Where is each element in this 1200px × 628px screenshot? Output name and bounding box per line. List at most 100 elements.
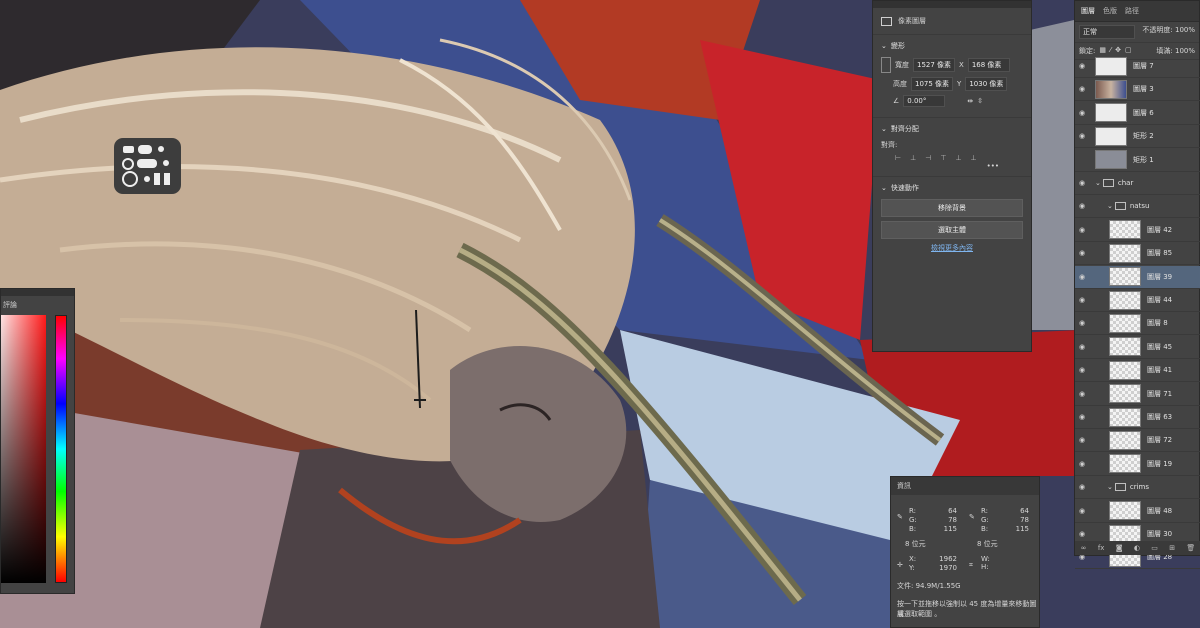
hint-line-2: 或選取範圍 。 xyxy=(897,610,942,618)
visibility-eye-icon[interactable]: ◉ xyxy=(1075,343,1089,351)
layer-group[interactable]: ◉ ⌄ char xyxy=(1075,172,1200,195)
select-subject-button[interactable]: 選取主體 xyxy=(881,221,1023,239)
hue-slider[interactable] xyxy=(55,315,67,583)
b-value: 115 xyxy=(1015,525,1029,533)
remove-background-button[interactable]: 移除背景 xyxy=(881,199,1023,217)
layer-row[interactable]: ◉ 圖層 71 xyxy=(1075,383,1200,406)
visibility-eye-icon[interactable]: ◉ xyxy=(1075,436,1089,444)
visibility-eye-icon[interactable]: ◉ xyxy=(1075,226,1089,234)
chevron-down-icon[interactable]: ⌄ xyxy=(881,184,887,192)
visibility-eye-icon[interactable]: ◉ xyxy=(1075,460,1089,468)
visibility-eye-icon[interactable]: ◉ xyxy=(1075,296,1089,304)
visibility-eye-icon[interactable]: ◉ xyxy=(1075,202,1089,210)
layer-row[interactable]: ◉ 圖層 19 xyxy=(1075,453,1200,476)
panel-grip[interactable] xyxy=(1,289,74,296)
layer-group[interactable]: ◉ ⌄ crims xyxy=(1075,476,1200,500)
align-center-h-icon[interactable]: ⊥ xyxy=(910,154,916,162)
layer-row[interactable]: ◉ 矩形 2 xyxy=(1075,125,1200,149)
tab-channels[interactable]: 色版 xyxy=(1103,6,1117,16)
blend-mode-select[interactable]: 正常 xyxy=(1079,25,1135,39)
layer-name: 圖層 71 xyxy=(1147,389,1173,398)
width-field[interactable]: 1527 像素 xyxy=(913,58,956,72)
layer-row[interactable]: ◉ 圖層 85 xyxy=(1075,242,1200,266)
fx-icon[interactable]: fx xyxy=(1098,544,1105,552)
link-icon[interactable]: ∞ xyxy=(1081,544,1087,552)
visibility-eye-icon[interactable]: ◉ xyxy=(1075,109,1089,117)
section-title: 變形 xyxy=(890,42,905,50)
mask-icon[interactable]: ◙ xyxy=(1116,544,1123,552)
layer-name: 圖層 42 xyxy=(1147,225,1173,234)
panel-grip[interactable] xyxy=(873,1,1031,8)
trash-icon[interactable]: 🗑 xyxy=(1186,544,1195,552)
layer-group[interactable]: ◉ ⌄ natsu xyxy=(1075,195,1200,219)
flip-horizontal-icon[interactable]: ⇹ xyxy=(967,97,973,105)
layer-thumbnail xyxy=(1109,220,1141,240)
layer-row[interactable]: ◉ 圖層 45 xyxy=(1075,336,1200,359)
visibility-eye-icon[interactable]: ◉ xyxy=(1075,85,1089,93)
height-field[interactable]: 1075 像素 xyxy=(911,77,954,91)
angle-field[interactable]: 0.00° xyxy=(903,95,946,107)
align-bottom-icon[interactable]: ⊥ xyxy=(971,154,977,162)
chevron-down-icon[interactable]: ⌄ xyxy=(881,125,887,133)
layer-row[interactable]: ◉ 圖層 48 xyxy=(1075,500,1200,523)
layer-row[interactable]: ◉ 圖層 3 xyxy=(1075,78,1200,102)
flip-vertical-icon[interactable]: ⇳ xyxy=(977,97,983,105)
folder-icon[interactable]: ▭ xyxy=(1151,544,1158,552)
link-icon[interactable] xyxy=(881,57,891,73)
visibility-eye-icon[interactable]: ◉ xyxy=(1075,249,1089,257)
chevron-down-icon[interactable]: ⌄ xyxy=(1095,179,1101,187)
new-layer-icon[interactable]: ⊞ xyxy=(1169,544,1175,552)
visibility-eye-icon[interactable]: ◉ xyxy=(1075,413,1089,421)
learn-more-link[interactable]: 檢視更多內容 xyxy=(881,243,1023,253)
tab-comments[interactable]: 評論 xyxy=(3,300,17,310)
tool-widget[interactable] xyxy=(114,138,181,194)
color-field[interactable] xyxy=(1,315,46,583)
color-panel: 評論 xyxy=(0,288,75,594)
chevron-down-icon[interactable]: ⌄ xyxy=(1107,483,1113,491)
visibility-eye-icon[interactable]: ◉ xyxy=(1075,319,1089,327)
align-top-icon[interactable]: ⊤ xyxy=(940,154,946,162)
layer-row[interactable]: ◉ 圖層 39 xyxy=(1075,265,1200,289)
layer-name: 圖層 85 xyxy=(1147,249,1173,258)
b-value: 115 xyxy=(943,525,957,533)
visibility-eye-icon[interactable]: ◉ xyxy=(1075,132,1089,140)
align-middle-icon[interactable]: ⊥ xyxy=(955,154,961,162)
fill-field[interactable]: 100% xyxy=(1175,47,1195,55)
visibility-eye-icon[interactable]: ◉ xyxy=(1075,507,1089,515)
visibility-eye-icon[interactable]: ◉ xyxy=(1075,483,1089,491)
chevron-down-icon[interactable]: ⌄ xyxy=(1107,202,1113,210)
visibility-eye-icon[interactable]: ◉ xyxy=(1075,179,1089,187)
chevron-down-icon[interactable]: ⌄ xyxy=(881,42,887,50)
more-options-button[interactable]: ••• xyxy=(881,162,1023,170)
layer-row[interactable]: ◉ 圖層 42 xyxy=(1075,219,1200,242)
align-right-icon[interactable]: ⊣ xyxy=(925,154,931,162)
layer-row[interactable]: ◉ 圖層 72 xyxy=(1075,429,1200,453)
layer-row[interactable]: ◉ 圖層 8 xyxy=(1075,312,1200,336)
opacity-field[interactable]: 100% xyxy=(1175,26,1195,34)
visibility-eye-icon[interactable]: ◉ xyxy=(1075,530,1089,538)
pixel-layer-icon xyxy=(881,16,892,26)
tab-paths[interactable]: 路徑 xyxy=(1125,6,1139,16)
visibility-eye-icon[interactable]: ◉ xyxy=(1075,390,1089,398)
layer-row[interactable]: ◉ 圖層 63 xyxy=(1075,406,1200,429)
layer-thumbnail xyxy=(1109,454,1141,474)
layer-row[interactable]: ◉ 圖層 44 xyxy=(1075,289,1200,312)
x-label: X xyxy=(959,61,964,69)
y-field[interactable]: 1030 像素 xyxy=(965,77,1008,91)
layer-thumbnail xyxy=(1095,103,1127,123)
x-field[interactable]: 168 像素 xyxy=(967,58,1010,72)
visibility-eye-icon[interactable]: ◉ xyxy=(1075,62,1089,70)
tab-layers[interactable]: 圖層 xyxy=(1081,6,1095,16)
panel-title: 像素圖層 xyxy=(898,17,926,25)
layer-row[interactable]: ◉ 圖層 41 xyxy=(1075,359,1200,383)
align-left-icon[interactable]: ⊢ xyxy=(895,154,901,162)
visibility-eye-icon[interactable]: ◉ xyxy=(1075,366,1089,374)
visibility-eye-icon[interactable]: ◉ xyxy=(1075,273,1089,281)
h-label: H: xyxy=(981,563,989,571)
adjustment-icon[interactable]: ◐ xyxy=(1134,544,1140,552)
layer-row[interactable]: 矩形 1 xyxy=(1075,149,1200,172)
quick-actions-section: ⌄ 快速動作 移除背景 選取主體 檢視更多內容 xyxy=(873,177,1031,259)
layer-row[interactable]: ◉ 圖層 7 xyxy=(1075,55,1200,78)
layer-name: 圖層 3 xyxy=(1133,85,1154,94)
layer-row[interactable]: ◉ 圖層 6 xyxy=(1075,102,1200,125)
